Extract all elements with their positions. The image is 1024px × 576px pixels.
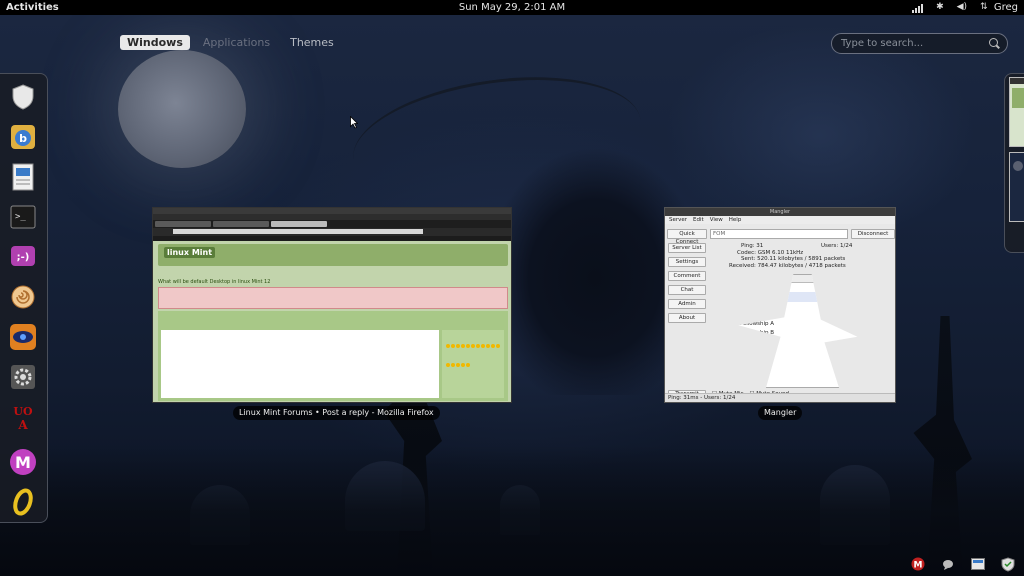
network-signal-icon[interactable] [912, 2, 924, 13]
disconnect-button: Disconnect [851, 229, 895, 239]
window-caption: Mangler [758, 406, 803, 420]
received-label: Received: 784.47 kilobytes / 4718 packet… [729, 262, 846, 269]
top-panel: Activities Sun May 29, 2:01 AM ✱ ◀) ⇅ Gr… [0, 0, 1024, 15]
forum-header: linux Mint [158, 244, 508, 266]
linux-mint-logo: linux Mint [164, 247, 216, 258]
workspace-thumbnail[interactable] [1009, 152, 1024, 222]
terminal-icon[interactable]: >_ [8, 202, 38, 232]
menu-edit: Edit [693, 217, 704, 223]
document-tray-icon[interactable] [970, 556, 986, 572]
svg-text:UO: UO [13, 405, 33, 418]
tree-row: ◀) [A] WavyGravy 00:34:34 [738, 292, 858, 302]
connection-stats: Ping: 31 Users: 1/24 Codec: GSM 6.10 11k… [711, 243, 894, 273]
browser-tabs [153, 220, 511, 228]
svg-text:M: M [15, 453, 31, 472]
svg-text:b: b [19, 132, 27, 145]
chat-smiley-icon[interactable]: ;-) [8, 242, 38, 272]
dash: b >_ ;-) UO A M [0, 73, 48, 523]
tree-row: ▼ Grouping [720, 312, 756, 319]
user-name: Greg [993, 2, 1018, 13]
channel-tree: Name Last Transmit ▼ Foes of Mordor (ADM… [715, 274, 890, 388]
server-select: FOM [710, 229, 848, 239]
mangler-tray-icon[interactable]: M [910, 556, 926, 572]
shield-tray-icon[interactable] [1000, 556, 1016, 572]
server-list-button: Server List [668, 243, 706, 253]
svg-text:M: M [914, 561, 923, 571]
search-placeholder: Type to search... [841, 38, 924, 49]
menu-server: Server [669, 217, 688, 223]
quick-connect-button: Quick Connect [667, 229, 707, 245]
user-status-icon: ⇅ [980, 2, 988, 12]
eye-icon[interactable] [8, 322, 38, 352]
web-page: linux Mint What will be default Desktop … [153, 241, 511, 402]
tree-row: Skirmish A [738, 367, 857, 376]
side-buttons: Server List Settings Comment Chat Admin … [668, 243, 706, 327]
activities-button[interactable]: Activities [6, 0, 59, 15]
chat-bubble-icon[interactable] [940, 556, 956, 572]
clock[interactable]: Sun May 29, 2:01 AM [0, 0, 1024, 15]
workspace-thumbnail[interactable] [1009, 77, 1024, 147]
ping-label: Ping: 31 [741, 243, 764, 249]
message-tray: M [910, 556, 1016, 572]
name-column-header: Name [715, 276, 732, 282]
bluetooth-icon[interactable]: ✱ [934, 2, 946, 13]
settings-gear-icon[interactable] [8, 362, 38, 392]
moon [118, 50, 246, 168]
gold-ring-icon[interactable] [8, 487, 38, 517]
search-icon [989, 38, 998, 47]
tree-row: Fellowship A [738, 320, 857, 329]
user-menu[interactable]: ⇅ Greg [978, 0, 1018, 15]
status-area: ✱ ◀) ⇅ Greg [912, 0, 1018, 15]
tree-row: Skirmish B [738, 357, 857, 366]
tree-row: Alliance Channel [738, 302, 857, 311]
settings-button: Settings [668, 257, 706, 267]
tab-windows[interactable]: Windows [120, 35, 190, 50]
post-reply-form [158, 311, 508, 401]
url-bar [153, 228, 511, 236]
document-viewer-icon[interactable] [8, 162, 38, 192]
users-label: Users: 1/24 [821, 243, 853, 249]
smilies-panel [442, 330, 504, 398]
post-heading: What will be default Desktop in linux Mi… [158, 279, 271, 285]
menu-view: View [709, 217, 723, 223]
about-button: About [668, 313, 706, 323]
chat-button: Chat [668, 285, 706, 295]
volume-icon[interactable]: ◀) [956, 2, 968, 13]
comment-button: Comment [668, 271, 706, 281]
admin-button: Admin [668, 299, 706, 309]
tab-applications[interactable]: Applications [196, 35, 277, 50]
tree-row: Raid A [738, 339, 857, 348]
status-bar: Ping: 31ms - Users: 1/24 [665, 393, 895, 402]
window-caption: Linux Mint Forums • Post a reply - Mozil… [233, 406, 440, 420]
blue-b-app-icon[interactable]: b [8, 122, 38, 152]
message-textarea [161, 330, 439, 398]
svg-text:A: A [17, 418, 28, 432]
search-input[interactable]: Type to search... [831, 33, 1008, 54]
tree-header: Name Last Transmit [715, 275, 890, 283]
window-titlebar: Mangler [665, 208, 895, 216]
tree-row: ▼ Foes of Mordor (ADMIN) [715, 285, 785, 291]
spiral-shell-icon[interactable] [8, 282, 38, 312]
uoa-icon[interactable]: UO A [8, 402, 38, 432]
mangler-window-thumbnail[interactable]: Mangler Server Edit View Help Quick Conn… [664, 207, 896, 403]
tree-row: ▶ Monster Play [720, 377, 766, 384]
forum-notice [158, 287, 508, 309]
window-menubar: Server Edit View Help [665, 216, 895, 224]
last-transmit-column-header: Last Transmit [853, 276, 890, 282]
workspace-switcher[interactable] [1004, 73, 1024, 253]
quick-connect-row: Quick Connect FOM Disconnect [667, 229, 895, 245]
mangler-m-icon[interactable]: M [8, 447, 38, 477]
tree-row: Fellowship B [738, 329, 857, 338]
shield-icon[interactable] [8, 82, 38, 112]
tab-themes[interactable]: Themes [283, 35, 341, 50]
svg-text:;-): ;-) [17, 252, 30, 263]
mouse-cursor-icon [350, 116, 358, 129]
graveyard-ground [0, 446, 1024, 576]
menu-help: Help [728, 217, 742, 223]
firefox-window-thumbnail[interactable]: linux Mint What will be default Desktop … [152, 207, 512, 403]
tree-row: Raid B [738, 348, 857, 357]
overview-tabs: Windows Applications Themes [120, 35, 341, 50]
svg-text:>_: >_ [15, 212, 26, 222]
